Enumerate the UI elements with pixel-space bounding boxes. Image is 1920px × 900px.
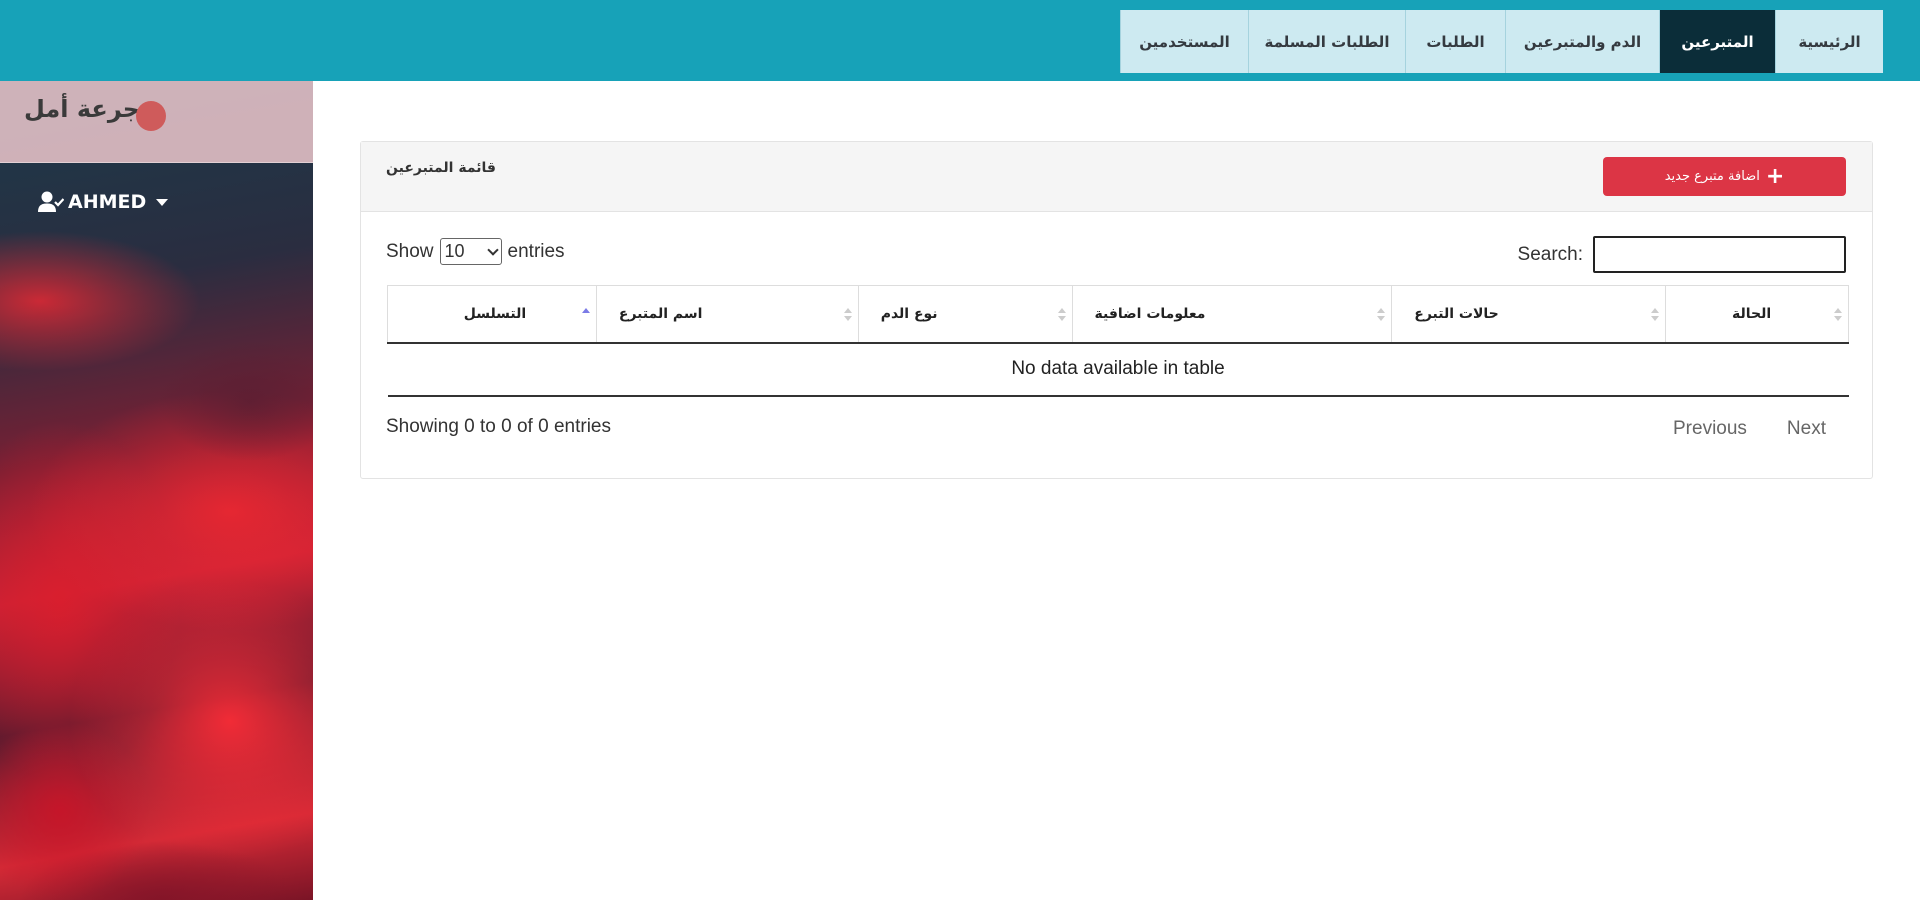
nav-requests[interactable]: الطلبات bbox=[1405, 10, 1505, 73]
nav-delivered-requests[interactable]: الطلبات المسلمة bbox=[1248, 10, 1405, 73]
add-donor-label: اضافة متبرع جديد bbox=[1664, 169, 1760, 184]
column-donation-count[interactable]: حالات التبرع bbox=[1391, 285, 1667, 344]
entries-label: entries bbox=[507, 240, 565, 262]
sort-icon bbox=[1057, 308, 1066, 322]
nav-home[interactable]: الرئيسية bbox=[1775, 10, 1883, 73]
sidebar: جرعة أمل AHMED bbox=[0, 81, 313, 900]
column-label: التسلسل bbox=[463, 305, 527, 322]
search-control: Search: bbox=[1518, 236, 1846, 273]
column-label: الحالة bbox=[1732, 305, 1772, 322]
column-blood-type[interactable]: نوع الدم bbox=[857, 285, 1073, 344]
column-serial[interactable]: التسلسل bbox=[387, 285, 597, 344]
brand-name: جرعة أمل bbox=[24, 95, 141, 123]
search-label: Search: bbox=[1517, 243, 1583, 265]
column-status[interactable]: الحالة bbox=[1665, 285, 1849, 344]
table-row: No data available in table bbox=[387, 342, 1849, 397]
entries-select[interactable]: 10 bbox=[439, 238, 502, 265]
chevron-down-icon bbox=[486, 243, 499, 256]
search-input[interactable] bbox=[1593, 236, 1846, 273]
brand[interactable]: جرعة أمل bbox=[0, 81, 313, 163]
table-header-row: التسلسل اسم المتبرع نوع الدم معلومات اضا… bbox=[387, 285, 1849, 344]
sort-icon bbox=[843, 308, 852, 322]
next-button[interactable]: Next bbox=[1767, 416, 1846, 442]
user-menu[interactable]: AHMED bbox=[38, 191, 169, 213]
pagination: Previous Next bbox=[1653, 416, 1846, 442]
user-check-icon bbox=[38, 191, 64, 212]
caret-down-icon bbox=[156, 198, 169, 206]
main-nav: الرئيسية المتبرعين الدم والمتبرعين الطلب… bbox=[1120, 10, 1883, 73]
previous-button[interactable]: Previous bbox=[1653, 416, 1767, 442]
show-label: Show bbox=[386, 240, 434, 262]
brand-logo-icon bbox=[136, 101, 166, 131]
user-name: AHMED bbox=[68, 191, 147, 213]
donors-card: قائمة المتبرعين اضافة متبرع جديد + Show … bbox=[360, 141, 1873, 479]
column-donor-name[interactable]: اسم المتبرع bbox=[595, 285, 859, 344]
entries-length-control: Show 10 entries bbox=[386, 238, 565, 265]
sort-asc-icon bbox=[581, 308, 590, 322]
column-label: نوع الدم bbox=[880, 305, 938, 322]
nav-blood-donors[interactable]: الدم والمتبرعين bbox=[1505, 10, 1659, 73]
sort-icon bbox=[1377, 308, 1386, 322]
table-info: Showing 0 to 0 of 0 entries bbox=[386, 416, 611, 437]
sort-icon bbox=[1651, 308, 1660, 322]
column-label: اسم المتبرع bbox=[618, 305, 703, 322]
empty-table-message: No data available in table bbox=[387, 342, 1849, 397]
card-title: قائمة المتبرعين bbox=[386, 160, 496, 176]
donors-table: التسلسل اسم المتبرع نوع الدم معلومات اضا… bbox=[387, 285, 1849, 397]
column-label: معلومات اضافية bbox=[1094, 305, 1206, 322]
sort-icon bbox=[1834, 308, 1842, 322]
add-donor-button[interactable]: اضافة متبرع جديد + bbox=[1603, 157, 1846, 196]
top-navbar: الرئيسية المتبرعين الدم والمتبرعين الطلب… bbox=[0, 0, 1920, 81]
column-additional-info[interactable]: معلومات اضافية bbox=[1071, 285, 1393, 344]
nav-users[interactable]: المستخدمين bbox=[1120, 10, 1248, 73]
nav-donors[interactable]: المتبرعين bbox=[1659, 10, 1775, 73]
column-label: حالات التبرع bbox=[1414, 305, 1499, 322]
entries-select-value: 10 bbox=[444, 241, 465, 261]
plus-icon: + bbox=[1765, 163, 1785, 189]
card-header: قائمة المتبرعين اضافة متبرع جديد + bbox=[361, 142, 1872, 212]
